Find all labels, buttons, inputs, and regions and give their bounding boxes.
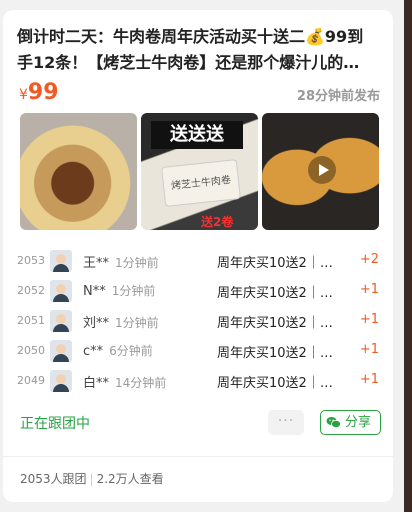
order-row: 2049 白** 14分钟前 周年庆买10送2｜… +1 — [17, 368, 383, 398]
more-button[interactable]: ··· — [268, 410, 304, 435]
order-row: 2053 王** 1分钟前 周年庆买10送2｜… +2 — [17, 248, 383, 278]
wechat-icon — [326, 417, 341, 428]
order-row: 2051 刘** 1分钟前 周年庆买10送2｜… +1 — [17, 308, 383, 338]
post-title-line1: 倒计时二天：牛肉卷周年庆活动买十送二💰99到 — [17, 27, 364, 46]
price-currency: ¥ — [19, 87, 28, 103]
order-time: 1分钟前 — [115, 256, 159, 270]
promo-tag: 送2卷 — [201, 215, 234, 229]
avatar[interactable] — [50, 280, 72, 302]
order-qty: +2 — [359, 252, 379, 267]
joined-count: 2053人跟团 — [20, 472, 87, 486]
order-seq: 2053 — [17, 254, 45, 267]
avatar[interactable] — [50, 370, 72, 392]
share-label: 分享 — [345, 415, 372, 430]
order-seq: 2051 — [17, 314, 45, 327]
divider — [3, 456, 393, 457]
beef-roll-cross-section-photo[interactable] — [20, 113, 137, 230]
beef-roll-video-thumbnail[interactable] — [262, 113, 379, 230]
promo-banner: 送送送 — [151, 121, 243, 149]
stats-separator: | — [89, 472, 94, 486]
image-gallery: 送送送 烤芝士牛肉卷 送2卷 — [20, 113, 380, 230]
share-button[interactable]: 分享 — [320, 410, 381, 435]
order-row: 2050 c** 6分钟前 周年庆买10送2｜… +1 — [17, 338, 383, 368]
order-time: 1分钟前 — [115, 316, 159, 330]
order-qty: +1 — [359, 282, 379, 297]
order-user: 白** — [83, 376, 110, 391]
order-seq: 2050 — [17, 344, 45, 357]
order-seq: 2052 — [17, 284, 45, 297]
order-user: 王** — [83, 256, 110, 271]
product-package: 烤芝士牛肉卷 — [161, 159, 241, 207]
order-qty: +1 — [359, 372, 379, 387]
order-item: 周年庆买10送2｜… — [217, 376, 333, 391]
price-value: 99 — [27, 80, 59, 105]
order-qty: +1 — [359, 342, 379, 357]
order-seq: 2049 — [17, 374, 45, 387]
promo-product-photo[interactable]: 送送送 烤芝士牛肉卷 送2卷 — [141, 113, 258, 230]
order-item: 周年庆买10送2｜… — [217, 256, 333, 271]
order-row: 2052 N** 1分钟前 周年庆买10送2｜… +1 — [17, 278, 383, 308]
avatar[interactable] — [50, 310, 72, 332]
order-user: N** — [83, 284, 106, 299]
order-user-wrap: 白** 14分钟前 — [83, 372, 166, 391]
order-qty: +1 — [359, 312, 379, 327]
background-edge — [404, 0, 412, 512]
order-user: c** — [83, 344, 104, 359]
order-item: 周年庆买10送2｜… — [217, 346, 333, 361]
avatar[interactable] — [50, 250, 72, 272]
post-title[interactable]: 倒计时二天：牛肉卷周年庆活动买十送二💰99到 手12条！【烤芝士牛肉卷】还是那个… — [17, 24, 385, 76]
order-user-wrap: N** 1分钟前 — [83, 282, 155, 299]
post-title-line2: 手12条！【烤芝士牛肉卷】还是那个爆汁儿的… — [17, 53, 360, 72]
play-icon[interactable] — [308, 156, 336, 184]
avatar[interactable] — [50, 340, 72, 362]
order-time: 1分钟前 — [111, 284, 156, 298]
group-stats: 2053人跟团 | 2.2万人查看 — [20, 470, 164, 487]
order-item: 周年庆买10送2｜… — [217, 286, 333, 301]
order-user-wrap: 王** 1分钟前 — [83, 252, 159, 271]
price: ¥99 — [19, 80, 59, 105]
following-status[interactable]: 正在跟团中 — [20, 413, 90, 433]
order-time: 14分钟前 — [115, 376, 167, 390]
order-user-wrap: 刘** 1分钟前 — [83, 312, 159, 331]
order-user: 刘** — [83, 316, 110, 331]
order-time: 6分钟前 — [109, 344, 153, 358]
order-user-wrap: c** 6分钟前 — [83, 342, 153, 359]
order-item: 周年庆买10送2｜… — [217, 316, 333, 331]
view-count: 2.2万人查看 — [96, 472, 164, 486]
publish-time: 28分钟前发布 — [296, 89, 380, 104]
